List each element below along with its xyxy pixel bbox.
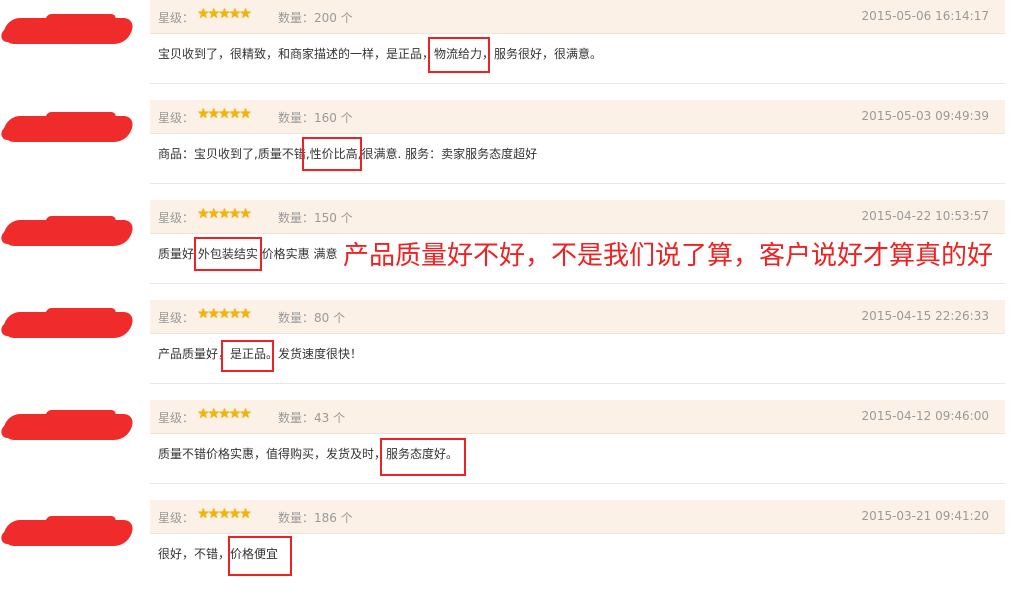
review-item: 星级： ★★★★★ 数量： 186 个 2015-03-21 09:41:20 …: [0, 500, 1020, 600]
review-date: 2015-04-22 10:53:57: [861, 209, 989, 223]
review-item: 星级： ★★★★★ 数量： 43 个 2015-04-12 09:46:00 质…: [0, 400, 1020, 500]
star-rating-icon: ★★★★★: [197, 406, 252, 422]
redacted-username: [2, 414, 134, 440]
review-header: 星级： ★★★★★ 数量： 160 个 2015-05-03 09:49:39: [150, 100, 1005, 134]
highlight-box: [194, 237, 262, 271]
star-rating-icon: ★★★★★: [197, 106, 252, 122]
review-date: 2015-05-03 09:49:39: [861, 109, 989, 123]
highlight-box: [428, 37, 490, 73]
star-rating-icon: ★★★★★: [197, 6, 252, 22]
divider: [150, 183, 1005, 184]
quantity-value: 43 个: [314, 411, 346, 425]
highlight-box: [228, 536, 292, 576]
review-item: 星级： ★★★★★ 数量： 160 个 2015-05-03 09:49:39 …: [0, 100, 1020, 200]
annotation-overlay-text: 产品质量好不好，不是我们说了算，客户说好才算真的好: [343, 241, 994, 271]
redacted-username: [2, 220, 134, 246]
redacted-username: [2, 116, 134, 142]
review-header: 星级： ★★★★★ 数量： 43 个 2015-04-12 09:46:00: [150, 400, 1005, 434]
quantity-label: 数量：: [278, 411, 315, 425]
rating-label: 星级：: [158, 211, 195, 225]
quantity-value: 200 个: [314, 11, 353, 25]
quantity-label: 数量：: [278, 211, 315, 225]
star-rating-icon: ★★★★★: [197, 206, 252, 222]
review-date: 2015-03-21 09:41:20: [861, 509, 989, 523]
review-date: 2015-05-06 16:14:17: [861, 9, 989, 23]
star-rating-icon: ★★★★★: [197, 306, 252, 322]
redacted-username: [2, 312, 134, 338]
quantity-value: 80 个: [314, 311, 346, 325]
review-header: 星级： ★★★★★ 数量： 186 个 2015-03-21 09:41:20: [150, 500, 1005, 534]
divider: [150, 383, 1005, 384]
review-item: 星级： ★★★★★ 数量： 80 个 2015-04-15 22:26:33 产…: [0, 300, 1020, 400]
highlight-box: [302, 137, 362, 171]
review-date: 2015-04-15 22:26:33: [861, 309, 989, 323]
quantity-label: 数量：: [278, 511, 315, 525]
rating-label: 星级：: [158, 11, 195, 25]
rating-label: 星级：: [158, 411, 195, 425]
review-header: 星级： ★★★★★ 数量： 200 个 2015-05-06 16:14:17: [150, 0, 1005, 34]
redacted-username: [2, 18, 134, 44]
review-header: 星级： ★★★★★ 数量： 150 个 2015-04-22 10:53:57: [150, 200, 1005, 234]
divider: [150, 83, 1005, 84]
highlight-box: [380, 438, 466, 476]
review-text: 产品质量好，是正品。发货速度很快！: [158, 347, 363, 361]
quantity-value: 160 个: [314, 111, 353, 125]
highlight-box: [221, 340, 274, 372]
quantity-label: 数量：: [278, 11, 315, 25]
star-rating-icon: ★★★★★: [197, 506, 252, 522]
quantity-label: 数量：: [278, 111, 315, 125]
divider: [150, 283, 1005, 284]
quantity-label: 数量：: [278, 311, 315, 325]
review-item: 星级： ★★★★★ 数量： 200 个 2015-05-06 16:14:17 …: [0, 0, 1020, 100]
rating-label: 星级：: [158, 311, 195, 325]
divider: [150, 483, 1005, 484]
rating-label: 星级：: [158, 511, 195, 525]
review-header: 星级： ★★★★★ 数量： 80 个 2015-04-15 22:26:33: [150, 300, 1005, 334]
review-date: 2015-04-12 09:46:00: [861, 409, 989, 423]
rating-label: 星级：: [158, 111, 195, 125]
review-text: 质量不错价格实惠，值得购买，发货及时，服务态度好。: [158, 447, 459, 461]
quantity-value: 150 个: [314, 211, 353, 225]
review-text: 商品：宝贝收到了,质量不错,性价比高,很满意. 服务：卖家服务态度超好: [158, 147, 538, 161]
redacted-username: [2, 520, 134, 546]
quantity-value: 186 个: [314, 511, 353, 525]
review-text: 宝贝收到了，很精致，和商家描述的一样，是正品，物流给力，服务很好，很满意。: [158, 47, 603, 61]
